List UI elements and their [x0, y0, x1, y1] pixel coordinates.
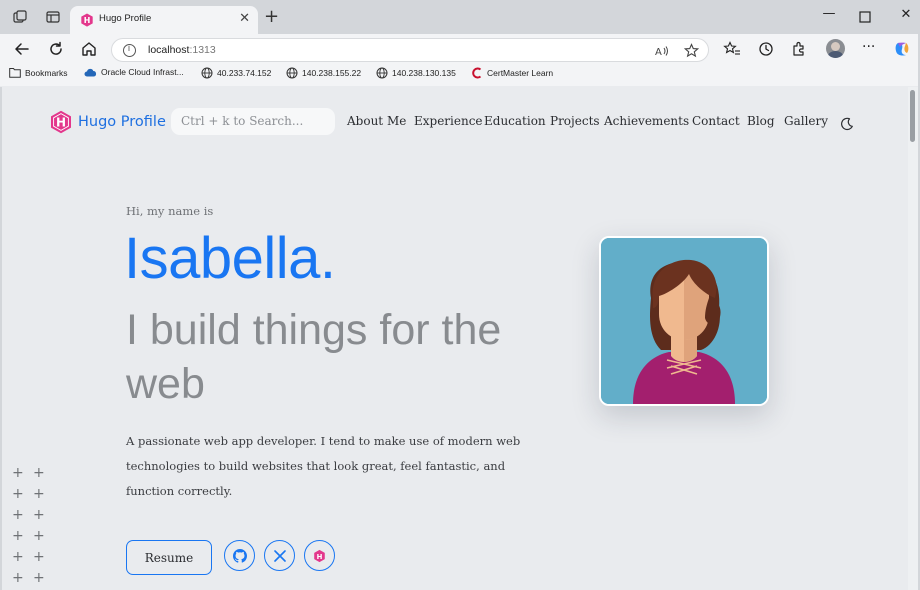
bookmark-label: Oracle Cloud Infrast...: [101, 67, 184, 77]
bookmark-item[interactable]: 40.233.74.152: [201, 67, 271, 79]
nav-projects[interactable]: Projects: [550, 114, 600, 128]
svg-text:A: A: [655, 47, 662, 58]
hero-tagline: I build things for the web: [126, 306, 502, 408]
bookmark-label: 40.233.74.152: [217, 68, 272, 78]
address-url: localhost:1313: [148, 44, 216, 56]
url-port: :1313: [189, 44, 216, 56]
bookmark-item[interactable]: 140.238.130.135: [376, 67, 456, 79]
decorative-plus-icon: +: [12, 465, 24, 481]
home-icon[interactable]: [80, 40, 98, 58]
decorative-plus-icon: +: [12, 549, 24, 565]
browser-toolbar: i localhost:1313 A ···: [0, 34, 920, 64]
workspaces-icon[interactable]: [12, 9, 28, 25]
decorative-plus-icon: +: [12, 507, 24, 523]
favorite-star-icon[interactable]: [684, 43, 699, 58]
extensions-icon[interactable]: [790, 40, 808, 58]
new-tab-icon[interactable]: +: [264, 6, 279, 27]
globe-icon: [376, 67, 388, 79]
search-placeholder: Ctrl + k to Search...: [181, 114, 304, 128]
hugo-icon: H: [314, 549, 325, 562]
tab-title: Hugo Profile: [99, 13, 152, 24]
refresh-icon[interactable]: [47, 40, 65, 58]
svg-text:H: H: [56, 116, 66, 130]
bookmarks-bar: Bookmarks Oracle Cloud Infrast... 40.233…: [0, 64, 920, 86]
cloud-icon: [84, 68, 97, 76]
decorative-plus-icon: +: [33, 549, 45, 565]
globe-icon: [201, 67, 213, 79]
more-options-icon[interactable]: ···: [862, 39, 875, 55]
nav-education[interactable]: Education: [484, 114, 546, 128]
woman-avatar-illustration: [601, 238, 767, 404]
copilot-icon[interactable]: [893, 40, 911, 58]
favorites-icon[interactable]: [723, 40, 741, 58]
tab-actions-icon[interactable]: [45, 9, 61, 25]
svg-text:H: H: [84, 16, 91, 25]
site-logo[interactable]: H Hugo Profile: [50, 110, 166, 134]
nav-contact[interactable]: Contact: [692, 114, 740, 128]
hugo-link[interactable]: H: [304, 540, 335, 571]
bookmark-label: CertMaster Learn: [487, 68, 554, 78]
bookmark-item[interactable]: CertMaster Learn: [471, 67, 553, 79]
address-bar[interactable]: i localhost:1313 A: [111, 38, 709, 62]
nav-gallery[interactable]: Gallery: [784, 114, 828, 128]
site-info-icon[interactable]: i: [123, 43, 136, 57]
browser-tab[interactable]: H Hugo Profile ✕: [70, 6, 258, 34]
resume-button[interactable]: Resume: [126, 540, 212, 575]
history-icon[interactable]: [757, 40, 775, 58]
logo-text: Hugo Profile: [78, 114, 166, 130]
decorative-plus-icon: +: [33, 507, 45, 523]
hero-name: Isabella.: [124, 226, 336, 291]
bookmark-item[interactable]: 140.238.155.22: [286, 67, 361, 79]
bookmark-label: Bookmarks: [25, 67, 68, 78]
bookmark-label: 140.238.155.22: [302, 68, 362, 78]
decorative-plus-icon: +: [33, 528, 45, 544]
nav-experience[interactable]: Experience: [414, 114, 483, 128]
nav-about-me[interactable]: About Me: [347, 114, 406, 128]
hugo-logo-icon: H: [51, 110, 71, 134]
page-scrollbar[interactable]: [908, 87, 918, 590]
scrollbar-thumb[interactable]: [910, 90, 915, 142]
maximize-icon[interactable]: [859, 11, 871, 23]
x-icon: [273, 549, 286, 562]
close-tab-icon[interactable]: ✕: [239, 11, 250, 26]
profile-avatar[interactable]: [826, 39, 845, 58]
page-viewport: H Hugo Profile Ctrl + k to Search... Abo…: [2, 87, 908, 590]
title-bar: H Hugo Profile ✕ + — ✕: [0, 0, 920, 34]
nav-achievements[interactable]: Achievements: [604, 114, 689, 128]
x-link[interactable]: [264, 540, 295, 571]
decorative-plus-icon: +: [12, 486, 24, 502]
decorative-plus-icon: +: [33, 570, 45, 586]
bookmark-item[interactable]: Bookmarks: [9, 67, 68, 78]
dark-mode-toggle-icon[interactable]: [840, 117, 854, 131]
back-icon[interactable]: [13, 40, 31, 58]
decorative-plus-icon: +: [33, 465, 45, 481]
hero-description: A passionate web app developer. I tend t…: [126, 434, 521, 498]
decorative-plus-icon: +: [12, 570, 24, 586]
hugo-favicon-icon: H: [81, 13, 93, 27]
svg-text:H: H: [317, 552, 323, 560]
minimize-icon[interactable]: —: [819, 6, 839, 21]
decorative-plus-icon: +: [12, 528, 24, 544]
github-link[interactable]: [224, 540, 255, 571]
folder-icon: [9, 68, 21, 78]
search-input[interactable]: Ctrl + k to Search...: [171, 108, 335, 135]
bookmark-label: 140.238.130.135: [392, 68, 456, 78]
globe-icon: [286, 67, 298, 79]
greeting-text: Hi, my name is: [126, 204, 214, 218]
close-window-icon[interactable]: ✕: [896, 7, 916, 22]
url-host: localhost: [148, 44, 190, 56]
nav-blog[interactable]: Blog: [747, 114, 775, 128]
decorative-plus-icon: +: [33, 486, 45, 502]
bookmark-item[interactable]: Oracle Cloud Infrast...: [84, 67, 184, 77]
github-icon: [232, 548, 247, 563]
profile-picture: [599, 236, 769, 406]
read-aloud-icon[interactable]: A: [655, 44, 669, 58]
certmaster-icon: [472, 67, 482, 79]
